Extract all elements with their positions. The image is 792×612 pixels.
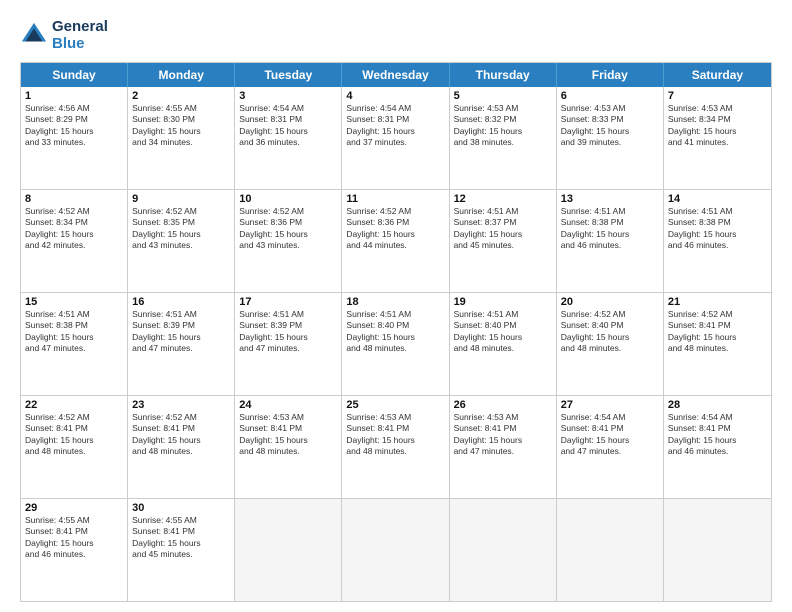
calendar-cell: 6Sunrise: 4:53 AM Sunset: 8:33 PM Daylig… — [557, 87, 664, 189]
calendar-cell: 12Sunrise: 4:51 AM Sunset: 8:37 PM Dayli… — [450, 190, 557, 292]
calendar-cell: 8Sunrise: 4:52 AM Sunset: 8:34 PM Daylig… — [21, 190, 128, 292]
calendar-cell — [342, 499, 449, 601]
calendar-cell: 5Sunrise: 4:53 AM Sunset: 8:32 PM Daylig… — [450, 87, 557, 189]
calendar-cell: 16Sunrise: 4:51 AM Sunset: 8:39 PM Dayli… — [128, 293, 235, 395]
calendar-cell — [235, 499, 342, 601]
calendar-week-4: 22Sunrise: 4:52 AM Sunset: 8:41 PM Dayli… — [21, 395, 771, 498]
calendar-cell — [557, 499, 664, 601]
calendar-header: SundayMondayTuesdayWednesdayThursdayFrid… — [21, 63, 771, 87]
header: General Blue — [20, 18, 772, 52]
calendar-cell: 20Sunrise: 4:52 AM Sunset: 8:40 PM Dayli… — [557, 293, 664, 395]
logo: General Blue — [20, 18, 108, 52]
calendar-cell — [664, 499, 771, 601]
calendar-cell: 14Sunrise: 4:51 AM Sunset: 8:38 PM Dayli… — [664, 190, 771, 292]
header-day-tuesday: Tuesday — [235, 63, 342, 87]
calendar-cell: 17Sunrise: 4:51 AM Sunset: 8:39 PM Dayli… — [235, 293, 342, 395]
calendar: SundayMondayTuesdayWednesdayThursdayFrid… — [20, 62, 772, 602]
calendar-cell: 22Sunrise: 4:52 AM Sunset: 8:41 PM Dayli… — [21, 396, 128, 498]
calendar-cell: 9Sunrise: 4:52 AM Sunset: 8:35 PM Daylig… — [128, 190, 235, 292]
calendar-cell: 24Sunrise: 4:53 AM Sunset: 8:41 PM Dayli… — [235, 396, 342, 498]
calendar-week-1: 1Sunrise: 4:56 AM Sunset: 8:29 PM Daylig… — [21, 87, 771, 189]
calendar-cell: 11Sunrise: 4:52 AM Sunset: 8:36 PM Dayli… — [342, 190, 449, 292]
calendar-cell: 3Sunrise: 4:54 AM Sunset: 8:31 PM Daylig… — [235, 87, 342, 189]
calendar-cell: 10Sunrise: 4:52 AM Sunset: 8:36 PM Dayli… — [235, 190, 342, 292]
logo-text: General Blue — [52, 18, 108, 52]
calendar-cell: 13Sunrise: 4:51 AM Sunset: 8:38 PM Dayli… — [557, 190, 664, 292]
header-day-friday: Friday — [557, 63, 664, 87]
calendar-cell: 25Sunrise: 4:53 AM Sunset: 8:41 PM Dayli… — [342, 396, 449, 498]
calendar-cell: 27Sunrise: 4:54 AM Sunset: 8:41 PM Dayli… — [557, 396, 664, 498]
calendar-cell: 15Sunrise: 4:51 AM Sunset: 8:38 PM Dayli… — [21, 293, 128, 395]
calendar-cell: 7Sunrise: 4:53 AM Sunset: 8:34 PM Daylig… — [664, 87, 771, 189]
logo-icon — [20, 21, 48, 49]
header-day-monday: Monday — [128, 63, 235, 87]
calendar-cell: 1Sunrise: 4:56 AM Sunset: 8:29 PM Daylig… — [21, 87, 128, 189]
calendar-week-3: 15Sunrise: 4:51 AM Sunset: 8:38 PM Dayli… — [21, 292, 771, 395]
calendar-cell: 2Sunrise: 4:55 AM Sunset: 8:30 PM Daylig… — [128, 87, 235, 189]
calendar-body: 1Sunrise: 4:56 AM Sunset: 8:29 PM Daylig… — [21, 87, 771, 601]
calendar-cell — [450, 499, 557, 601]
header-day-thursday: Thursday — [450, 63, 557, 87]
calendar-cell: 21Sunrise: 4:52 AM Sunset: 8:41 PM Dayli… — [664, 293, 771, 395]
header-day-wednesday: Wednesday — [342, 63, 449, 87]
calendar-cell: 29Sunrise: 4:55 AM Sunset: 8:41 PM Dayli… — [21, 499, 128, 601]
calendar-cell: 4Sunrise: 4:54 AM Sunset: 8:31 PM Daylig… — [342, 87, 449, 189]
header-day-sunday: Sunday — [21, 63, 128, 87]
page: General Blue SundayMondayTuesdayWednesda… — [0, 0, 792, 612]
calendar-cell: 30Sunrise: 4:55 AM Sunset: 8:41 PM Dayli… — [128, 499, 235, 601]
calendar-cell: 19Sunrise: 4:51 AM Sunset: 8:40 PM Dayli… — [450, 293, 557, 395]
calendar-cell: 23Sunrise: 4:52 AM Sunset: 8:41 PM Dayli… — [128, 396, 235, 498]
calendar-week-5: 29Sunrise: 4:55 AM Sunset: 8:41 PM Dayli… — [21, 498, 771, 601]
calendar-week-2: 8Sunrise: 4:52 AM Sunset: 8:34 PM Daylig… — [21, 189, 771, 292]
calendar-cell: 18Sunrise: 4:51 AM Sunset: 8:40 PM Dayli… — [342, 293, 449, 395]
calendar-cell: 26Sunrise: 4:53 AM Sunset: 8:41 PM Dayli… — [450, 396, 557, 498]
calendar-cell: 28Sunrise: 4:54 AM Sunset: 8:41 PM Dayli… — [664, 396, 771, 498]
header-day-saturday: Saturday — [664, 63, 771, 87]
